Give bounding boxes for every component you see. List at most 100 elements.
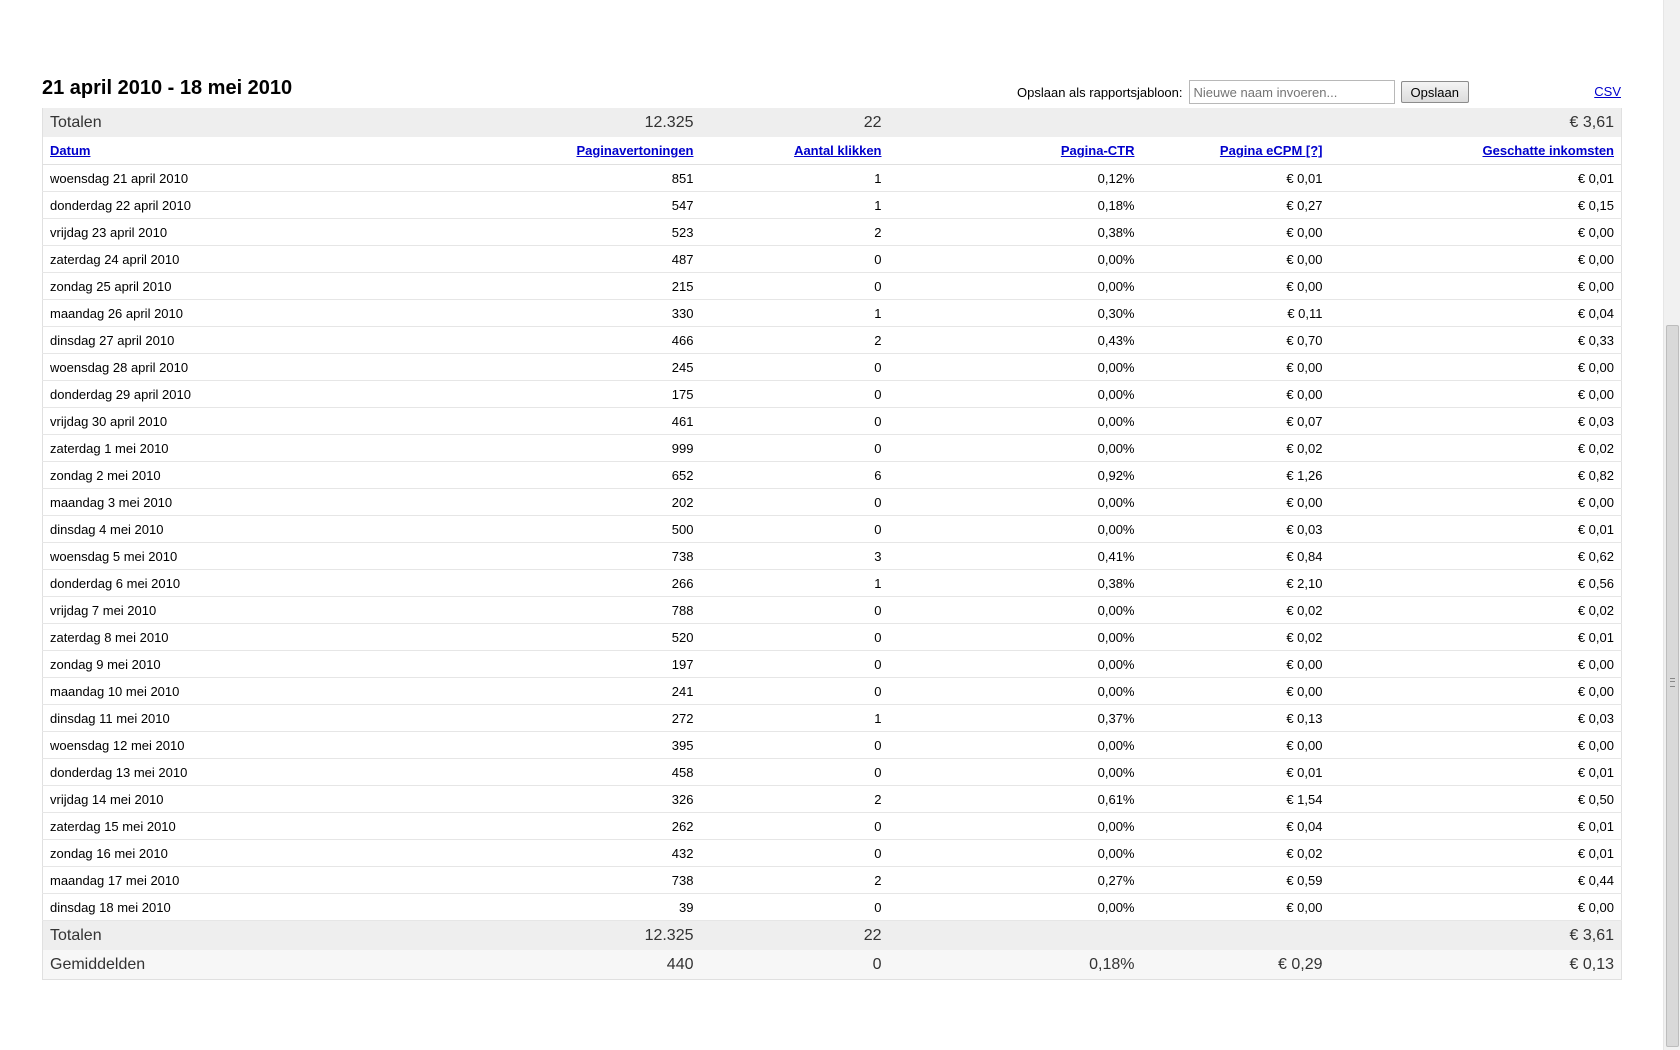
cell-pageviews: 272 [480,704,701,732]
cell-clicks: 0 [700,272,889,300]
cell-page-ecpm: € 0,00 [1141,893,1330,921]
table-row: vrijdag 14 mei 2010 326 2 0,61% € 1,54 € 0,50 [42,785,1622,813]
cell-page-ecpm: € 0,00 [1141,380,1330,408]
cell-page-ctr: 0,38% [888,218,1142,246]
cell-pageviews: 523 [480,218,701,246]
cell-pageviews: 500 [480,515,701,543]
cell-date: maandag 17 mei 2010 [42,866,481,894]
cell-page-ecpm: € 2,10 [1141,569,1330,597]
cell-estimated-earnings: € 0,01 [1329,623,1622,651]
cell-pageviews: 245 [480,353,701,381]
table-row: zaterdag 15 mei 2010 262 0 0,00% € 0,04 € 0,0… [42,812,1622,840]
cell-page-ctr: 0,00% [888,380,1142,408]
cell-clicks: 0 [700,353,889,381]
cell-estimated-earnings: € 0,03 [1329,704,1622,732]
cell-pageviews: 738 [480,866,701,894]
save-button[interactable]: Opslaan [1400,81,1469,103]
cell-date: woensdag 28 april 2010 [42,353,481,381]
cell-clicks: 0 [700,758,889,786]
cell-page-ecpm: € 1,26 [1141,461,1330,489]
cell-page-ecpm: € 0,01 [1141,758,1330,786]
totals-row-bottom: Totalen 12.325 22 € 3,61 [42,920,1622,950]
summary-value: 22 [700,108,889,137]
template-name-input[interactable] [1188,80,1395,104]
cell-clicks: 2 [700,326,889,354]
table-row: woensdag 12 mei 2010 395 0 0,00% € 0,00 € 0,0… [42,731,1622,759]
cell-date: zaterdag 24 april 2010 [42,245,481,273]
sort-link-pageviews[interactable]: Paginavertoningen [576,143,693,158]
table-row: vrijdag 30 april 2010 461 0 0,00% € 0,07 € 0,… [42,407,1622,435]
cell-estimated-earnings: € 0,00 [1329,488,1622,516]
cell-page-ctr: 0,27% [888,866,1142,894]
cell-pageviews: 487 [480,245,701,273]
column-header-pageviews: Paginavertoningen [480,137,701,165]
cell-page-ecpm: € 0,02 [1141,434,1330,462]
scrollbar-grip-icon [1670,678,1675,687]
cell-page-ctr: 0,37% [888,704,1142,732]
cell-estimated-earnings: € 0,01 [1329,812,1622,840]
table-row: zaterdag 8 mei 2010 520 0 0,00% € 0,02 € 0,01 [42,623,1622,651]
column-header-estimated-earnings: Geschatte inkomsten [1329,137,1622,165]
cell-estimated-earnings: € 0,00 [1329,893,1622,921]
cell-clicks: 2 [700,218,889,246]
table-row: woensdag 5 mei 2010 738 3 0,41% € 0,84 € 0,62 [42,542,1622,570]
sort-link-date[interactable]: Datum [50,143,90,158]
sort-link-estimated-earnings[interactable]: Geschatte inkomsten [1483,143,1615,158]
cell-page-ecpm: € 0,00 [1141,218,1330,246]
sort-link-page-ecpm[interactable]: Pagina eCPM [?] [1220,143,1323,158]
table-row: vrijdag 23 april 2010 523 2 0,38% € 0,00 € 0,… [42,218,1622,246]
table-row: donderdag 6 mei 2010 266 1 0,38% € 2,10 € 0,5… [42,569,1622,597]
cell-date: zondag 16 mei 2010 [42,839,481,867]
cell-page-ecpm: € 0,11 [1141,299,1330,327]
cell-date: zaterdag 8 mei 2010 [42,623,481,651]
cell-page-ctr: 0,00% [888,650,1142,678]
summary-value: 12.325 [480,920,701,950]
save-template-form: Opslaan als rapportsjabloon: Opslaan [1017,80,1469,104]
table-row: dinsdag 18 mei 2010 39 0 0,00% € 0,00 € 0,00 [42,893,1622,921]
report-table: Totalen 12.325 22 € 3,61 Datum Paginavertonin… [42,108,1622,980]
cell-clicks: 0 [700,731,889,759]
cell-page-ctr: 0,00% [888,515,1142,543]
cell-clicks: 1 [700,164,889,192]
scrollbar-thumb[interactable] [1666,325,1679,1047]
cell-clicks: 0 [700,596,889,624]
cell-clicks: 3 [700,542,889,570]
cell-page-ecpm: € 0,00 [1141,731,1330,759]
cell-date: donderdag 29 april 2010 [42,380,481,408]
cell-page-ecpm: € 1,54 [1141,785,1330,813]
cell-page-ctr: 0,12% [888,164,1142,192]
cell-clicks: 2 [700,785,889,813]
cell-date: vrijdag 23 april 2010 [42,218,481,246]
cell-pageviews: 202 [480,488,701,516]
cell-page-ecpm: € 0,03 [1141,515,1330,543]
cell-clicks: 0 [700,677,889,705]
summary-value: € 0,13 [1329,950,1622,980]
cell-page-ecpm: € 0,00 [1141,488,1330,516]
vertical-scrollbar[interactable] [1663,0,1680,1050]
table-row: zaterdag 24 april 2010 487 0 0,00% € 0,00 € 0… [42,245,1622,273]
sort-link-page-ctr[interactable]: Pagina-CTR [1061,143,1135,158]
cell-estimated-earnings: € 0,01 [1329,758,1622,786]
report-panel: 21 april 2010 - 18 mei 2010 Opslaan als … [42,76,1622,980]
cell-page-ctr: 0,00% [888,596,1142,624]
cell-pageviews: 330 [480,299,701,327]
sort-link-clicks[interactable]: Aantal klikken [794,143,881,158]
cell-page-ecpm: € 0,27 [1141,191,1330,219]
cell-estimated-earnings: € 0,02 [1329,434,1622,462]
cell-clicks: 2 [700,866,889,894]
table-row: zondag 9 mei 2010 197 0 0,00% € 0,00 € 0,00 [42,650,1622,678]
cell-page-ctr: 0,38% [888,569,1142,597]
cell-date: vrijdag 14 mei 2010 [42,785,481,813]
cell-page-ecpm: € 0,02 [1141,596,1330,624]
cell-date: donderdag 13 mei 2010 [42,758,481,786]
summary-value [888,108,1142,137]
table-row: dinsdag 27 april 2010 466 2 0,43% € 0,70 € 0,… [42,326,1622,354]
summary-label: Totalen [42,920,481,950]
cell-pageviews: 395 [480,731,701,759]
summary-value: € 0,29 [1141,950,1330,980]
summary-label: Gemiddelden [42,950,481,980]
csv-export-link[interactable]: CSV [1594,84,1621,99]
cell-page-ctr: 0,00% [888,623,1142,651]
cell-date: woensdag 21 april 2010 [42,164,481,192]
cell-estimated-earnings: € 0,56 [1329,569,1622,597]
